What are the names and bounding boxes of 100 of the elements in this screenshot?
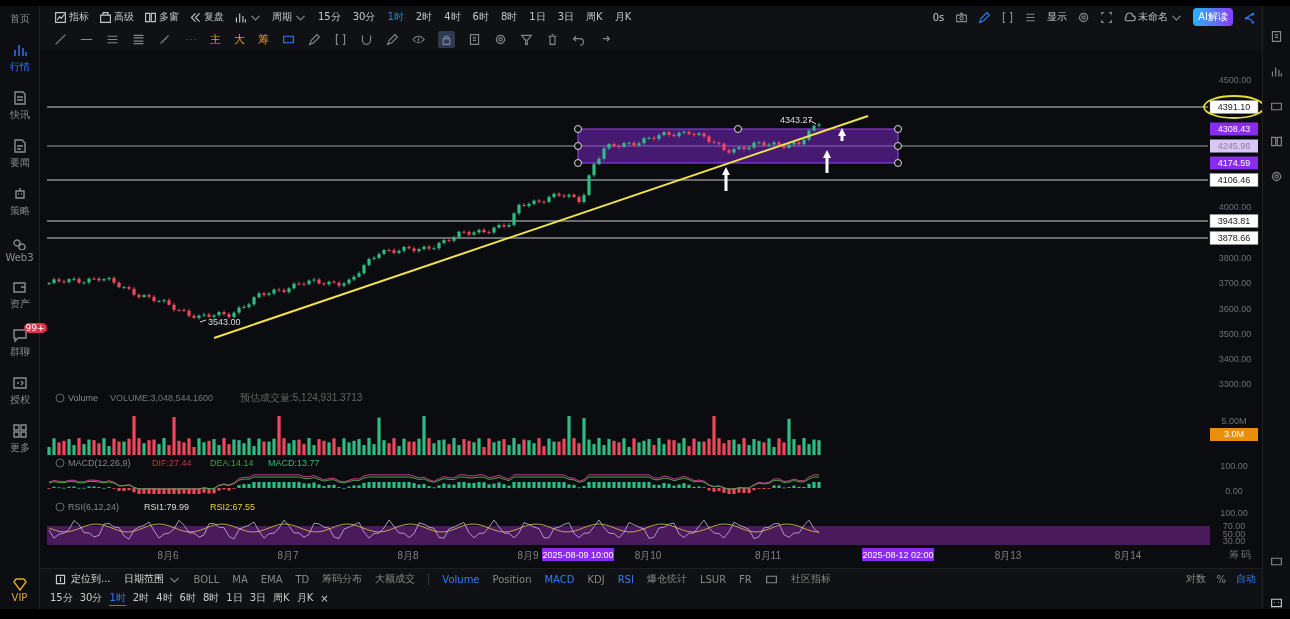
indicator-tab[interactable]: Position: [492, 573, 532, 585]
date-range-dropdown[interactable]: 日期范围: [123, 572, 181, 586]
scale-option[interactable]: %: [1216, 573, 1226, 585]
sidebar-item[interactable]: 授权: [9, 375, 30, 407]
pane-title: RSI(6,12,24) RSI1:79.99 RSI2:67.55: [55, 502, 256, 512]
interval-tab[interactable]: 4时: [443, 9, 462, 25]
interval-tab[interactable]: 6时: [471, 9, 490, 25]
interval-tab[interactable]: 月K: [613, 9, 633, 25]
indicator-tab[interactable]: BOLL: [193, 573, 220, 585]
layout-dropdown[interactable]: 未命名: [1123, 10, 1184, 24]
layout-icon[interactable]: [1270, 555, 1283, 568]
indicator-tab[interactable]: EMA: [260, 573, 283, 585]
indicator-tab[interactable]: 爆仓统计: [646, 572, 687, 586]
display-button[interactable]: 显示: [1047, 10, 1068, 24]
marker-tool[interactable]: 筹: [258, 31, 269, 47]
indicator-icon: [54, 10, 67, 24]
scale-option[interactable]: 自动: [1236, 572, 1256, 586]
note-icon[interactable]: [468, 32, 481, 46]
sidebar-item[interactable]: 行情: [9, 42, 30, 74]
sidebar-item[interactable]: 要闻: [9, 138, 30, 170]
pen-icon[interactable]: [978, 10, 992, 24]
indicator-tab[interactable]: MACD: [544, 573, 575, 585]
crosshair-label: 2025-08-09 10:00: [542, 548, 614, 561]
indicator-tab[interactable]: Volume: [442, 573, 480, 585]
toolbar-button[interactable]: 复盘: [189, 10, 224, 24]
timeframe-tab[interactable]: 1时: [109, 590, 126, 606]
axis-label: 4000.00: [1218, 202, 1252, 212]
marker-tool[interactable]: 大: [234, 31, 245, 47]
sidebar-item[interactable]: 更多: [9, 423, 30, 455]
sidebar-label: 群聊: [9, 345, 30, 359]
ai-button[interactable]: AI解读: [1193, 8, 1233, 26]
interval-tab[interactable]: 3日: [556, 9, 576, 25]
share-icon[interactable]: [1243, 10, 1256, 24]
sidebar-label: 资产: [9, 297, 30, 311]
sidebar-item[interactable]: 首页: [9, 12, 30, 26]
interval-tab[interactable]: 15分: [317, 9, 342, 25]
target-icon[interactable]: [494, 32, 507, 46]
marker-tool[interactable]: 主: [210, 31, 221, 47]
timeframe-tab[interactable]: 30分: [79, 591, 103, 605]
sidebar-item[interactable]: 策略: [9, 186, 30, 218]
toolbar-label: 指标: [69, 10, 89, 24]
axis-label: 100.00: [1220, 508, 1248, 518]
brush-icon[interactable]: [308, 32, 321, 46]
sidebar-item[interactable]: 资产: [9, 279, 30, 311]
line-tool-icon[interactable]: [54, 32, 67, 46]
filter-icon[interactable]: [520, 32, 533, 46]
vip-button[interactable]: VIP: [11, 576, 28, 603]
delete-icon[interactable]: [546, 32, 559, 46]
price-label: 3878.66: [1209, 231, 1259, 245]
timeframe-tab[interactable]: 6时: [179, 591, 196, 605]
interval-tab[interactable]: 1时: [386, 9, 405, 25]
timeframe-tab[interactable]: 2时: [132, 591, 150, 605]
panels-icon[interactable]: [1270, 135, 1283, 148]
timeframe-tab[interactable]: 15分: [50, 591, 73, 605]
timeframe-tab[interactable]: 3日: [249, 591, 267, 605]
sidebar-label: Web3: [5, 252, 34, 263]
bracket-icon[interactable]: [1001, 10, 1015, 24]
timeframe-tab[interactable]: 1日: [226, 591, 243, 605]
camera-icon[interactable]: [955, 10, 969, 24]
period-dropdown[interactable]: 周期: [272, 10, 307, 24]
interval-tab[interactable]: 1日: [528, 9, 547, 25]
toolbar-button[interactable]: 多窗: [144, 10, 179, 24]
notes-icon[interactable]: [1270, 30, 1283, 43]
up-arrow: [823, 150, 831, 173]
sidebar-label: 策略: [9, 204, 30, 218]
pen-icon[interactable]: [386, 32, 399, 46]
interval-tab[interactable]: 8时: [499, 9, 519, 25]
close-button[interactable]: ×: [320, 592, 329, 604]
screen-icon[interactable]: [1270, 100, 1283, 113]
locate-button[interactable]: 定位到...: [54, 572, 111, 586]
scale-option[interactable]: 对数: [1186, 572, 1207, 586]
indicator-tab[interactable]: LSUR: [699, 573, 727, 585]
interval-tab[interactable]: 2时: [414, 9, 434, 25]
wallet-icon: [11, 279, 28, 295]
robot-icon[interactable]: [1270, 596, 1283, 609]
lock-icon[interactable]: [438, 30, 455, 48]
toolbar-button[interactable]: 高级: [99, 10, 134, 24]
chart-type-dropdown[interactable]: [234, 10, 262, 24]
timeframe-tab[interactable]: 月K: [296, 591, 314, 605]
indicator-tab[interactable]: 筹码分布: [322, 572, 363, 586]
indicator-tab[interactable]: TD: [295, 573, 310, 585]
price-label: 4106.46: [1209, 173, 1259, 187]
message-icon: [11, 327, 28, 343]
toolbar-button[interactable]: 指标: [54, 10, 89, 24]
interval-tab[interactable]: 30分: [351, 9, 377, 25]
windows-icon: [144, 10, 157, 24]
indicator-tab[interactable]: KDJ: [587, 573, 605, 585]
sidebar-item[interactable]: Web3: [5, 234, 34, 263]
timeframe-tab[interactable]: 8时: [202, 591, 220, 605]
indicator-tab[interactable]: RSI: [617, 573, 634, 585]
indicator-tab[interactable]: 社区指标: [790, 572, 831, 586]
sidebar-item[interactable]: 快讯: [9, 90, 30, 122]
indicator-tab[interactable]: 大额成交: [375, 572, 416, 586]
timeframe-tab[interactable]: 4时: [156, 591, 173, 605]
magnet-icon[interactable]: [360, 32, 373, 46]
indicator-tab[interactable]: MA: [232, 573, 248, 585]
timeframe-tab[interactable]: 周K: [273, 591, 290, 605]
indicator-tab[interactable]: FR: [739, 573, 752, 585]
interval-tab[interactable]: 周K: [585, 9, 604, 25]
fullscreen-icon[interactable]: [1100, 10, 1114, 24]
